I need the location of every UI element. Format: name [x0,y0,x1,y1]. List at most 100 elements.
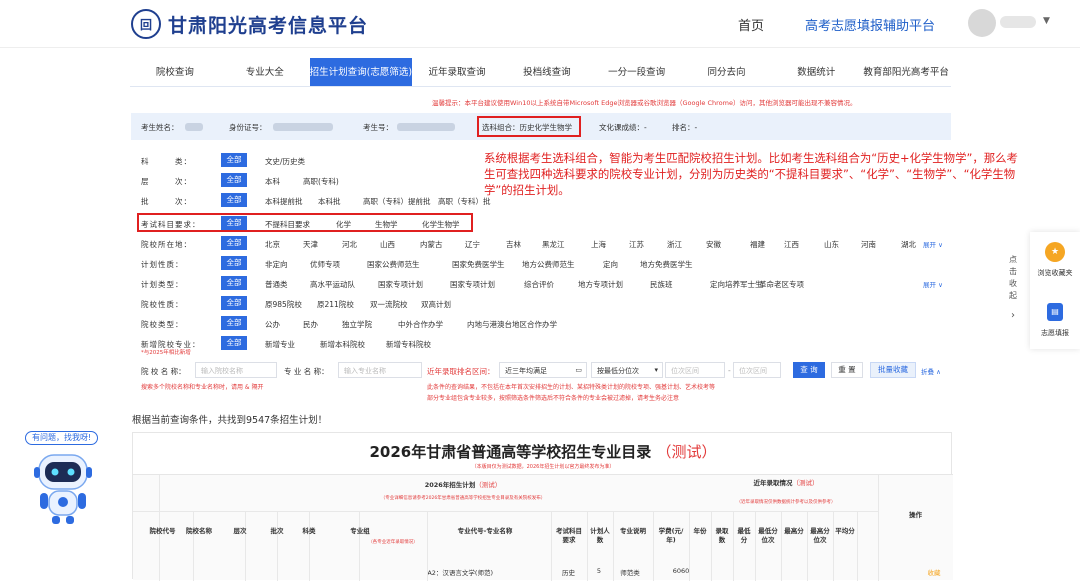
filter-all-chip[interactable]: 全部 [221,296,247,310]
filter-option[interactable]: 黑龙江 [542,239,565,250]
robot-assistant-icon[interactable] [30,449,96,527]
batch-collect-button[interactable]: 批量收藏 [870,362,916,378]
filter-option[interactable]: 山西 [380,239,395,250]
filter-option[interactable]: 民族班 [650,279,673,290]
filter-option[interactable]: 国家公费师范生 [367,259,420,270]
filter-option[interactable]: 安徽 [706,239,721,250]
logo-icon[interactable]: 回 [131,9,161,39]
chevron-right-icon[interactable]: › [1011,310,1015,321]
filter-option[interactable]: 地方专项计划 [578,279,623,290]
filter-option[interactable]: 公办 [265,319,280,330]
tab-7[interactable]: 数据统计 [771,58,861,86]
sort-select[interactable]: 按最低分位次 ▾ [591,362,663,378]
filter-option[interactable]: 山东 [824,239,839,250]
filter-option[interactable]: 河南 [861,239,876,250]
filter-option[interactable]: 吉林 [506,239,521,250]
filter-option[interactable]: 高水平运动队 [310,279,355,290]
browse-favorites[interactable]: 浏览收藏夹 [1031,268,1079,278]
filter-option[interactable]: 地方公费师范生 [522,259,575,270]
filter-option[interactable]: 福建 [750,239,765,250]
filter-option[interactable]: 内地与港澳台地区合作办学 [467,319,557,330]
filter-option[interactable]: 江苏 [629,239,644,250]
chevron-down-icon[interactable]: ▼ [1043,16,1050,26]
filter-option[interactable]: 上海 [591,239,606,250]
tab-3[interactable]: 近年录取查询 [412,58,502,86]
collapse-side-text[interactable]: 点击收起 [1009,254,1021,302]
filter-all-chip[interactable]: 全部 [221,193,247,207]
filter-option[interactable]: 普通类 [265,279,288,290]
rank-from-input[interactable]: 位次区间 [665,362,725,378]
filter-option[interactable]: 双高计划 [421,299,451,310]
filter-option[interactable]: 原211院校 [317,299,354,310]
rank-range-select[interactable]: 近三年均满足 ▭ [499,362,587,378]
filter-option[interactable]: 本科批 [318,196,341,207]
tab-5[interactable]: 一分一段查询 [592,58,682,86]
filter-option[interactable]: 国家专项计划 [378,279,423,290]
nav-home[interactable]: 首页 [738,15,764,34]
document-icon[interactable]: ▤ [1047,303,1063,321]
filter-option[interactable]: 新增本科院校 [320,339,365,350]
filter-option[interactable]: 江西 [784,239,799,250]
filter-all-chip[interactable]: 全部 [221,276,247,290]
filter-all-chip[interactable]: 全部 [221,173,247,187]
query-button[interactable]: 查 询 [793,362,825,378]
help-bubble[interactable]: 有问题，找我呀! [25,431,99,445]
filter-option[interactable]: 独立学院 [342,319,372,330]
filter-all-chip[interactable]: 全部 [221,256,247,270]
tab-1[interactable]: 专业大全 [220,58,310,86]
filter-option[interactable]: 革命老区专项 [759,279,804,290]
filter-option[interactable]: 新增专科院校 [386,339,431,350]
filter-option[interactable]: 本科 [265,176,280,187]
filter-option[interactable]: 定向培养军士生 [710,279,763,290]
filter-option[interactable]: 综合评价 [524,279,554,290]
collect-button[interactable]: 收藏 [923,567,945,577]
avatar[interactable] [968,9,996,37]
rank-to-input[interactable]: 位次区间 [733,362,781,378]
filter-option[interactable]: 优师专项 [310,259,340,270]
reset-button[interactable]: 重 置 [831,362,863,378]
filter-option[interactable]: 高职（专科）批 [438,196,491,207]
filter-option[interactable]: 非定向 [265,259,288,270]
filter-option[interactable]: 河北 [342,239,357,250]
site-title[interactable]: 甘肃阳光高考信息平台 [168,11,368,38]
filter-option[interactable]: 北京 [265,239,280,250]
filter-option[interactable]: 高职（专科）提前批 [363,196,431,207]
expand-toggle[interactable]: 展开 ∨ [923,279,943,289]
tab-0[interactable]: 院校查询 [130,58,220,86]
highlight-box-subject-requirement [137,213,473,232]
filter-option[interactable]: 内蒙古 [420,239,443,250]
tab-8[interactable]: 教育部阳光高考平台 [861,58,951,86]
row-major[interactable]: A2：汉语言文学(师范) [413,567,493,577]
expand-toggle[interactable]: 展开 ∨ [923,239,943,249]
tab-4[interactable]: 投档线查询 [502,58,592,86]
filter-option[interactable]: 国家专项计划 [450,279,495,290]
tab-6[interactable]: 同分去向 [682,58,772,86]
filter-option[interactable]: 原985院校 [265,299,302,310]
collapse-toggle[interactable]: 折叠 ∧ [921,366,941,376]
filter-option[interactable]: 天津 [303,239,318,250]
filter-option[interactable]: 新增专业 [265,339,295,350]
filter-all-chip[interactable]: 全部 [221,236,247,250]
filter-row-4: 院校所在地： 全部 北京 天津 河北 山西 内蒙古 辽宁 吉林 黑龙江 上海 江苏 浙江 安徽 福建 江西 山东… [141,236,951,250]
filter-option[interactable]: 高职(专科) [303,176,339,187]
filter-option[interactable]: 地方免费医学生 [640,259,693,270]
filter-option[interactable]: 定向 [603,259,618,270]
star-icon[interactable]: ★ [1045,242,1065,262]
filter-option[interactable]: 辽宁 [465,239,480,250]
filter-option[interactable]: 浙江 [667,239,682,250]
tab-2[interactable]: 招生计划查询(志愿筛选) [309,58,413,86]
filter-option[interactable]: 中外合作办学 [398,319,443,330]
volunteer-fill[interactable]: 志愿填报 [1031,328,1079,338]
filter-option[interactable]: 民办 [303,319,318,330]
filter-option[interactable]: 双一流院校 [370,299,408,310]
filter-option[interactable]: 国家免费医学生 [452,259,505,270]
nav-volunteer-platform[interactable]: 高考志愿填报辅助平台 [805,15,935,34]
filter-all-chip[interactable]: 全部 [221,153,247,167]
school-name-input[interactable]: 输入院校名称 [195,362,277,378]
filter-all-chip[interactable]: 全部 [221,336,247,350]
filter-all-chip[interactable]: 全部 [221,316,247,330]
filter-option[interactable]: 文史/历史类 [265,156,305,167]
filter-option[interactable]: 本科提前批 [265,196,303,207]
filter-option[interactable]: 湖北 [901,239,916,250]
major-name-input[interactable]: 输入专业名称 [338,362,422,378]
